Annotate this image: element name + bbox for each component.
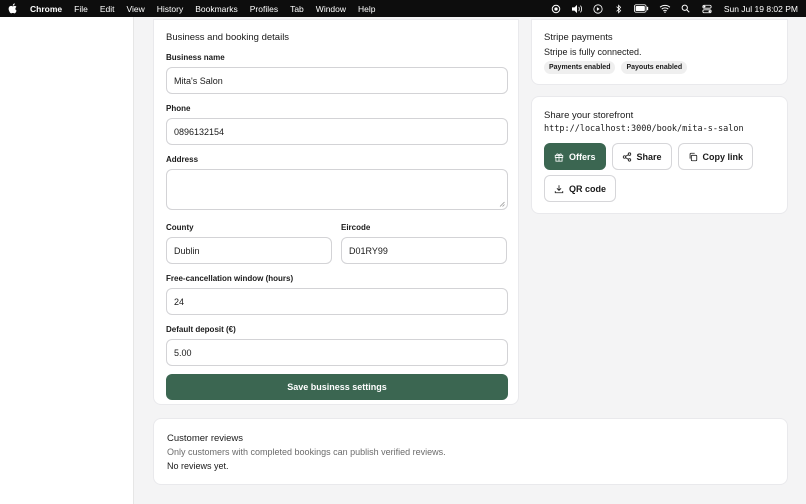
menu-app-name[interactable]: Chrome: [30, 4, 62, 14]
default-deposit-value: 5.00: [174, 347, 192, 358]
save-business-settings-button[interactable]: Save business settings: [166, 374, 508, 400]
payouts-enabled-badge: Payouts enabled: [621, 61, 688, 74]
payments-enabled-badge: Payments enabled: [544, 61, 616, 74]
address-textarea[interactable]: [166, 169, 508, 210]
stripe-badges: Payments enabled Payouts enabled: [544, 61, 775, 74]
storefront-card: Share your storefront http://localhost:3…: [531, 96, 788, 214]
reviews-subtitle: Only customers with completed bookings c…: [167, 447, 446, 457]
menu-bookmarks[interactable]: Bookmarks: [195, 4, 238, 14]
share-label: Share: [636, 151, 662, 162]
eircode-input[interactable]: D01RY99: [341, 237, 507, 264]
menu-history[interactable]: History: [157, 4, 183, 14]
eircode-column: Eircode D01RY99: [341, 210, 507, 264]
cancellation-window-value: 24: [174, 296, 185, 307]
copy-link-label: Copy link: [702, 151, 744, 162]
business-name-label: Business name: [166, 53, 225, 62]
share-icon: [622, 151, 631, 162]
qr-code-label: QR code: [569, 183, 607, 194]
menu-file[interactable]: File: [74, 4, 88, 14]
apple-logo-icon[interactable]: [8, 3, 18, 14]
reviews-title: Customer reviews: [167, 433, 244, 444]
gift-icon: [554, 152, 564, 162]
reviews-empty-state: No reviews yet.: [167, 461, 229, 471]
focus-icon[interactable]: [550, 3, 562, 14]
menu-profiles[interactable]: Profiles: [250, 4, 278, 14]
address-label: Address: [166, 155, 199, 164]
menubar-clock[interactable]: Sun Jul 19 8:02 PM: [724, 4, 798, 14]
customer-reviews-card: Customer reviews Only customers with com…: [153, 418, 788, 485]
eircode-label: Eircode: [341, 223, 371, 232]
battery-icon[interactable]: [634, 3, 650, 14]
volume-icon[interactable]: [571, 3, 583, 14]
menu-bar: Chrome File Edit View History Bookmarks …: [0, 0, 806, 17]
phone-label: Phone: [166, 104, 191, 113]
storefront-title: Share your storefront: [544, 110, 634, 121]
stripe-payments-card: Stripe payments Stripe is fully connecte…: [531, 19, 788, 85]
qr-code-button[interactable]: QR code: [544, 175, 617, 202]
play-icon[interactable]: [592, 3, 604, 14]
county-eircode-row: County Dublin Eircode D01RY99: [166, 210, 507, 264]
county-label: County: [166, 223, 194, 232]
share-button[interactable]: Share: [611, 143, 672, 170]
default-deposit-input[interactable]: 5.00: [166, 339, 508, 366]
eircode-value: D01RY99: [349, 245, 388, 256]
storefront-url: http://localhost:3000/book/mita-s-salon: [544, 124, 744, 134]
stripe-title: Stripe payments: [544, 32, 613, 43]
copy-icon: [689, 152, 697, 161]
county-value: Dublin: [174, 245, 200, 256]
menu-window[interactable]: Window: [316, 4, 346, 14]
stripe-status: Stripe is fully connected.: [544, 47, 642, 57]
phone-value: 0896132154: [174, 126, 225, 137]
county-input[interactable]: Dublin: [166, 237, 332, 264]
offers-button[interactable]: Offers: [544, 143, 606, 170]
menu-view[interactable]: View: [126, 4, 144, 14]
sidebar: [0, 17, 134, 504]
storefront-actions-secondary: QR code: [544, 175, 775, 202]
business-name-input[interactable]: Mita's Salon: [166, 67, 508, 94]
download-icon: [554, 184, 564, 193]
offers-label: Offers: [569, 151, 596, 162]
search-icon[interactable]: [680, 3, 692, 14]
menu-tab[interactable]: Tab: [290, 4, 304, 14]
copy-link-button[interactable]: Copy link: [677, 143, 754, 170]
cancellation-window-label: Free-cancellation window (hours): [166, 274, 294, 283]
bluetooth-icon[interactable]: [613, 3, 625, 14]
resize-grip-icon[interactable]: [499, 201, 505, 207]
default-deposit-label: Default deposit (€): [166, 325, 236, 334]
county-column: County Dublin: [166, 210, 332, 264]
phone-input[interactable]: 0896132154: [166, 118, 508, 145]
cancellation-window-input[interactable]: 24: [166, 288, 508, 315]
status-area: Sun Jul 19 8:02 PM: [550, 3, 798, 14]
menu-help[interactable]: Help: [358, 4, 375, 14]
business-name-value: Mita's Salon: [174, 75, 223, 86]
business-details-card: Business and booking details Business na…: [153, 19, 519, 405]
control-center-icon[interactable]: [701, 3, 713, 14]
menu-edit[interactable]: Edit: [100, 4, 115, 14]
wifi-icon[interactable]: [659, 3, 671, 14]
business-details-title: Business and booking details: [166, 32, 290, 43]
storefront-actions: Offers Share Copy link: [544, 143, 775, 170]
